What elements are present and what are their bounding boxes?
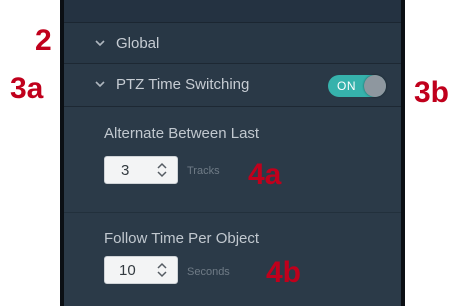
stepper-arrows-icon[interactable] xyxy=(157,261,167,279)
section-ptz-time-switching[interactable]: PTZ Time Switching ON xyxy=(64,64,401,107)
alternate-between-last-label: Alternate Between Last xyxy=(104,125,260,142)
section-ptz-label: PTZ Time Switching xyxy=(116,76,250,93)
settings-panel: Global PTZ Time Switching ON Alternate B… xyxy=(60,0,405,306)
callout-2: 2 xyxy=(35,24,52,57)
seconds-unit-label: Seconds xyxy=(187,266,230,278)
section-global-label: Global xyxy=(116,35,160,52)
callout-4b: 4b xyxy=(266,256,302,289)
tracks-unit-label: Tracks xyxy=(187,165,220,177)
ptz-toggle[interactable]: ON xyxy=(328,75,386,97)
chevron-down-icon xyxy=(95,81,105,88)
seconds-value: 10 xyxy=(119,262,136,279)
section-global[interactable]: Global xyxy=(64,23,401,64)
callout-4a: 4a xyxy=(248,158,282,191)
follow-time-per-object-label: Follow Time Per Object xyxy=(104,230,260,247)
tracks-stepper[interactable]: 3 xyxy=(104,156,178,184)
toggle-knob xyxy=(364,75,386,97)
stepper-arrows-icon[interactable] xyxy=(157,161,167,179)
callout-3b: 3b xyxy=(414,76,450,109)
chevron-down-icon xyxy=(95,40,105,47)
panel-top-strip xyxy=(64,0,401,23)
toggle-state-label: ON xyxy=(337,79,356,93)
callout-3a: 3a xyxy=(10,72,44,105)
divider xyxy=(64,212,401,213)
tracks-value: 3 xyxy=(121,162,130,179)
seconds-stepper[interactable]: 10 xyxy=(104,256,178,284)
